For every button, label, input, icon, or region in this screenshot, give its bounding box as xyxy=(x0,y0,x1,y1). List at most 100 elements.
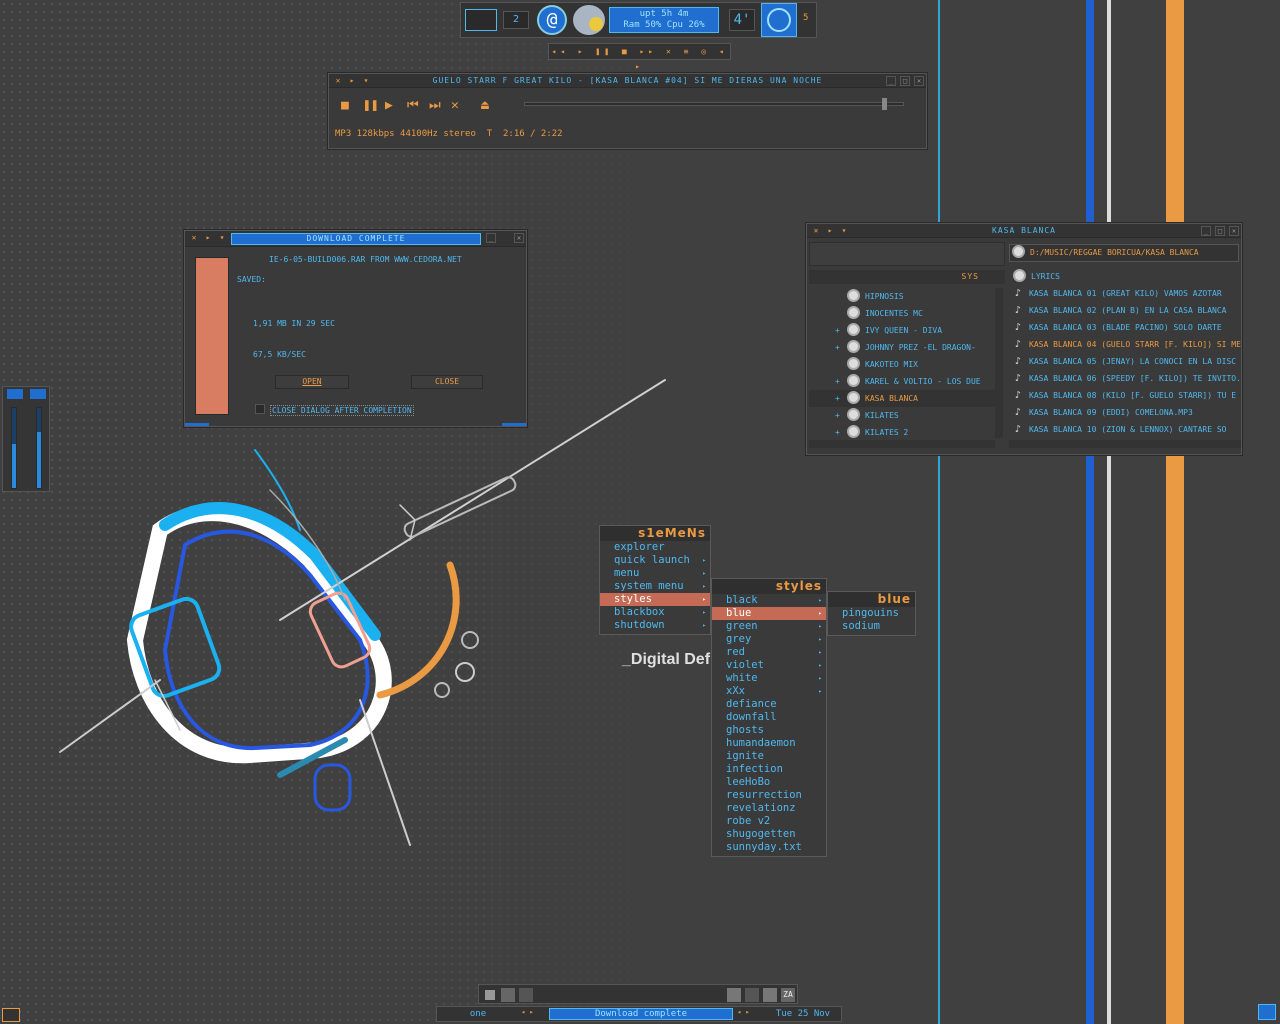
player-titlebar[interactable]: ✕ ▸ ▾ GUELO STARR F GREAT KILO - [KASA B… xyxy=(329,74,926,88)
seek-knob[interactable] xyxy=(882,98,888,110)
root-menu-item[interactable]: quick launch ▸ xyxy=(600,554,710,567)
close-dialog-label[interactable]: CLOSE DIALOG AFTER COMPLETION xyxy=(270,405,414,416)
close-window-icon[interactable]: ✕ xyxy=(514,233,524,243)
playlist-titlebar[interactable]: ✕ ▸ ▾ KASA BLANCA _ □ ✕ xyxy=(807,224,1241,238)
expand-icon[interactable]: + xyxy=(835,407,847,424)
workspace-number[interactable]: 2 xyxy=(503,11,529,29)
styles-menu-item[interactable]: revelationz xyxy=(712,802,826,815)
folder-item[interactable]: HIPNOSIS xyxy=(809,288,995,305)
styles-menu-item[interactable]: infection xyxy=(712,763,826,776)
tray-icon-1[interactable] xyxy=(485,990,495,1000)
seek-bar[interactable] xyxy=(524,98,904,110)
messenger-icon[interactable] xyxy=(573,5,605,35)
styles-menu-item[interactable]: ignite xyxy=(712,750,826,763)
styles-menu-item[interactable]: defiance xyxy=(712,698,826,711)
styles-menu-item[interactable]: white ▸ xyxy=(712,672,826,685)
root-menu-item[interactable]: explorer xyxy=(600,541,710,554)
minimize-icon[interactable]: _ xyxy=(886,76,896,86)
workspace-name[interactable]: one xyxy=(439,1008,517,1020)
corner-icon-left[interactable] xyxy=(2,1008,20,1022)
clock-icon[interactable] xyxy=(761,3,797,37)
pause-icon[interactable]: ❚❚ xyxy=(363,98,385,113)
track-item[interactable]: ♪ KASA BLANCA 03 (BLADE PACINO) SOLO DART… xyxy=(1009,319,1241,336)
root-menu-item[interactable]: blackbox ▸ xyxy=(600,606,710,619)
styles-menu-item[interactable]: downfall xyxy=(712,711,826,724)
styles-menu-item[interactable]: violet ▸ xyxy=(712,659,826,672)
styles-menu-item[interactable]: green ▸ xyxy=(712,620,826,633)
styles-menu-item[interactable]: resurrection xyxy=(712,789,826,802)
track-hscroll[interactable] xyxy=(1009,440,1241,448)
folder-item[interactable]: + IVY QUEEN - DIVA xyxy=(809,322,995,339)
styles-menu-item[interactable]: ghosts xyxy=(712,724,826,737)
styles-menu-item[interactable]: black ▸ xyxy=(712,594,826,607)
blue-menu-item[interactable]: sodium xyxy=(828,620,915,633)
track-item[interactable]: ♪ KASA BLANCA 05 (JENAY) LA CONOCI EN LA … xyxy=(1009,353,1241,370)
track-item[interactable]: ♪ KASA BLANCA 01 (GREAT KILO) VAMOS AZOTA… xyxy=(1009,285,1241,302)
folder-item[interactable]: + KILATES xyxy=(809,407,995,424)
tray-icon-5[interactable] xyxy=(745,988,759,1002)
lyrics-folder[interactable]: LYRICS xyxy=(1009,268,1241,285)
root-menu-item[interactable]: shutdown ▸ xyxy=(600,619,710,632)
root-menu-item[interactable]: system menu ▸ xyxy=(600,580,710,593)
tray-icon-2[interactable] xyxy=(501,988,515,1002)
blue-menu-item[interactable]: pingouins xyxy=(828,607,915,620)
track-item[interactable]: ♪ KASA BLANCA 09 (EDDI) COMELONA.MP3 xyxy=(1009,404,1241,421)
styles-menu-item[interactable]: humandaemon xyxy=(712,737,826,750)
folder-item[interactable]: + KAREL & VOLTIO - LOS DUE xyxy=(809,373,995,390)
taskbar-task[interactable]: Download complete xyxy=(549,1008,733,1020)
mail-icon[interactable]: @ xyxy=(537,5,567,35)
expand-icon[interactable]: + xyxy=(835,390,847,407)
next-icon[interactable]: ⏭ xyxy=(429,98,451,113)
close-button[interactable]: CLOSE xyxy=(411,375,483,389)
folder-scrollbar[interactable] xyxy=(995,288,1003,438)
track-item[interactable]: ♪ KASA BLANCA 10 (ZION & LENNOX) CANTARE … xyxy=(1009,421,1241,438)
styles-menu-item[interactable]: blue ▸ xyxy=(712,607,826,620)
shade-icon[interactable]: ▸ xyxy=(203,233,213,243)
media-controls-mini[interactable]: ◂◂ ▸ ❚❚ ■ ▸▸ ✕ ≡ ◎ ◂ ▸ xyxy=(548,43,731,71)
minimize-icon[interactable]: _ xyxy=(1201,226,1211,236)
folder-item[interactable]: + KILATES 2 xyxy=(809,424,995,441)
tray-icon-6[interactable] xyxy=(763,988,777,1002)
root-menu-item[interactable]: menu ▸ xyxy=(600,567,710,580)
previous-icon[interactable]: ⏮ xyxy=(407,98,429,113)
task-nav-icon[interactable]: ◂ ▸ xyxy=(737,1008,750,1016)
corner-icon-right[interactable] xyxy=(1258,1004,1276,1020)
workspace-pager[interactable] xyxy=(465,9,497,31)
volume-slider-left[interactable] xyxy=(11,407,17,489)
styles-menu-item[interactable]: red ▸ xyxy=(712,646,826,659)
styles-menu-item[interactable]: xXx ▸ xyxy=(712,685,826,698)
folder-item[interactable]: INOCENTES MC xyxy=(809,305,995,322)
styles-menu-item[interactable]: robe v2 xyxy=(712,815,826,828)
folder-item[interactable]: KAKOTEO MIX xyxy=(809,356,995,373)
maximize-icon[interactable]: □ xyxy=(900,76,910,86)
root-menu-item[interactable]: styles ▸ xyxy=(600,593,710,606)
minimize-icon[interactable]: _ xyxy=(486,233,496,243)
styles-menu-item[interactable]: shugogetten xyxy=(712,828,826,841)
mixer-icon-right[interactable] xyxy=(30,389,46,399)
track-item[interactable]: ♪ KASA BLANCA 04 (GUELO STARR [F. KILO]) … xyxy=(1009,336,1241,353)
close-icon[interactable]: ✕ xyxy=(189,233,199,243)
folder-path-box[interactable] xyxy=(809,242,1005,266)
download-titlebar[interactable]: ✕ ▸ ▾ DOWNLOAD COMPLETE _ ✕ xyxy=(185,231,526,247)
folder-hscroll[interactable] xyxy=(809,440,995,448)
tray-icon-3[interactable] xyxy=(519,988,533,1002)
eject-icon[interactable]: ⏏ xyxy=(481,98,503,113)
shuffle-icon[interactable]: ✕ xyxy=(451,98,481,113)
mixer-icon-left[interactable] xyxy=(7,389,23,399)
expand-icon[interactable]: + xyxy=(835,322,847,339)
styles-menu-item[interactable]: sunnyday.txt xyxy=(712,841,826,854)
close-window-icon[interactable]: ✕ xyxy=(1229,226,1239,236)
menu-icon[interactable]: ▾ xyxy=(217,233,227,243)
expand-icon[interactable]: + xyxy=(835,339,847,356)
zonealarm-icon[interactable]: ZA xyxy=(781,988,795,1002)
volume-slider-right[interactable] xyxy=(36,407,42,489)
track-item[interactable]: ♪ KASA BLANCA 08 (KILO [F. GUELO STARR]) … xyxy=(1009,387,1241,404)
track-item[interactable]: ♪ KASA BLANCA 06 (SPEEDY [F. KILO]) TE IN… xyxy=(1009,370,1241,387)
workspace-prev-icon[interactable]: ◂ ▸ xyxy=(521,1008,534,1016)
styles-menu-item[interactable]: leeHoBo xyxy=(712,776,826,789)
folder-item[interactable]: + KASA BLANCA xyxy=(809,390,995,407)
expand-icon[interactable]: + xyxy=(835,373,847,390)
track-item[interactable]: ♪ KASA BLANCA 02 (PLAN B) EN LA CASA BLAN… xyxy=(1009,302,1241,319)
stop-icon[interactable]: ■ xyxy=(341,98,363,113)
open-button[interactable]: OPEN xyxy=(275,375,349,389)
